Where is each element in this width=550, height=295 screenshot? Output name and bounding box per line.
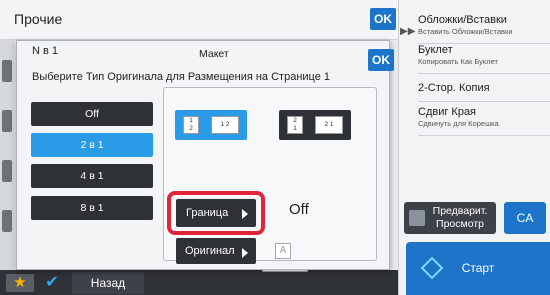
- dialog-title: N в 1: [32, 45, 59, 57]
- option-8-in-1[interactable]: 8 в 1: [31, 196, 153, 220]
- original-button[interactable]: Оригинал: [176, 238, 256, 264]
- star-icon[interactable]: ★: [6, 274, 34, 292]
- item-label: Сдвиг Края: [418, 106, 477, 118]
- page-icon: 2 1: [315, 116, 343, 134]
- page-number: 1: [293, 125, 297, 132]
- layout-option-right-to-left[interactable]: 2 1 2 1: [279, 110, 351, 140]
- layout-option-left-to-right[interactable]: 1 2 1 2: [175, 110, 247, 140]
- right-panel-item-margin-shift[interactable]: Сдвиг Края Сдвинуть для Корешка: [418, 106, 550, 136]
- background-header: Прочие: [0, 0, 398, 40]
- page-number: 2: [225, 121, 230, 128]
- layout-label: Макет: [199, 48, 229, 60]
- check-icon[interactable]: ✔: [38, 273, 66, 293]
- page-number: 1: [220, 121, 225, 128]
- option-4-in-1[interactable]: 4 в 1: [31, 164, 153, 188]
- bottom-bar: ★ ✔ Назад: [0, 270, 398, 295]
- page-number: 1: [329, 121, 334, 128]
- page-number: 1: [189, 117, 193, 124]
- page-number: 2: [293, 117, 297, 124]
- left-tab[interactable]: [2, 60, 12, 82]
- preview-label: Просмотр: [436, 218, 484, 230]
- left-tab[interactable]: [2, 110, 12, 132]
- background-ok-button[interactable]: OK: [370, 8, 396, 30]
- background-left-tabs: [0, 40, 14, 270]
- highlight-frame: [167, 191, 265, 235]
- option-off[interactable]: Off: [31, 102, 153, 126]
- expand-arrow-icon[interactable]: ▶▶: [400, 26, 415, 37]
- item-label: Обложки/Вставки: [418, 14, 507, 26]
- back-button[interactable]: Назад: [72, 272, 144, 294]
- dialog-ok-button[interactable]: OK: [368, 49, 394, 71]
- item-label: 2-Стор. Копия: [418, 82, 490, 94]
- dialog-instruction: Выберите Тип Оригинала для Размещения на…: [32, 71, 331, 83]
- ca-button[interactable]: CA: [504, 202, 546, 234]
- left-tab[interactable]: [2, 160, 12, 182]
- left-tab[interactable]: [2, 210, 12, 232]
- page-icon: 1 2: [183, 116, 199, 134]
- item-sublabel: Вставить Обложки/Вставки: [418, 27, 513, 36]
- original-orientation-icon: A: [275, 243, 291, 259]
- item-sublabel: Копировать Как Буклет: [418, 57, 498, 66]
- page-number: 2: [324, 121, 329, 128]
- start-label: Старт: [461, 261, 495, 275]
- item-sublabel: Сдвинуть для Корешка: [418, 119, 499, 128]
- page-number: 2: [189, 125, 193, 132]
- screen: Прочие OK ★ ✔ Назад B4 4 A3 ▶▶ Обложки/В…: [0, 0, 550, 295]
- n-in-1-dialog: N в 1 Выберите Тип Оригинала для Размеще…: [16, 40, 390, 270]
- preview-icon: [409, 210, 425, 226]
- preview-label: Предварит.: [432, 205, 488, 217]
- border-value: Off: [289, 201, 309, 218]
- item-label: Буклет: [418, 44, 453, 56]
- page-icon: 2 1: [287, 116, 303, 134]
- arrow-right-icon: [242, 248, 248, 258]
- option-2-in-1[interactable]: 2 в 1: [31, 133, 153, 157]
- page-icon: 1 2: [211, 116, 239, 134]
- right-panel-item-duplex[interactable]: 2-Стор. Копия: [418, 82, 550, 102]
- background-title: Прочие: [14, 11, 63, 27]
- right-panel-item-booklet[interactable]: Буклет Копировать Как Буклет: [418, 44, 550, 74]
- right-panel-item-covers[interactable]: Обложки/Вставки Вставить Обложки/Вставки: [418, 14, 550, 44]
- original-label: Оригинал: [185, 245, 235, 257]
